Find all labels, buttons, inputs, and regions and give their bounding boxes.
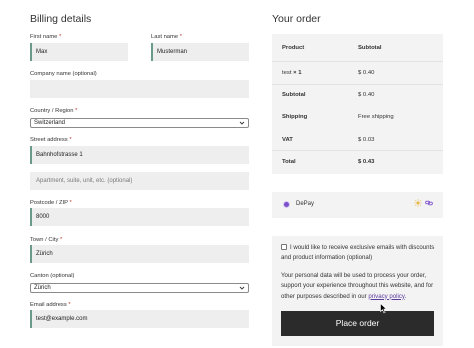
last-name-field[interactable]: Musterman (151, 43, 249, 61)
divider (272, 61, 443, 62)
street-label: Street address * (30, 137, 72, 143)
first-name-field[interactable]: Max (30, 43, 128, 61)
total-value: $ 0.43 (358, 159, 375, 165)
product-header: Product (282, 45, 305, 51)
postcode-label: Postcode / ZIP * (30, 200, 72, 206)
canton-value: Zürich (34, 285, 51, 291)
privacy-policy-link[interactable]: privacy policy (368, 293, 404, 300)
country-value: Switzerland (34, 120, 66, 126)
order-table: Product Subtotal test × 1 $ 0.40 Subtota… (272, 34, 443, 174)
vat-label: VAT (282, 137, 293, 143)
mouse-cursor-icon (380, 303, 387, 314)
place-order-button[interactable]: Place order (281, 311, 434, 336)
street-line2-field[interactable]: Apartment, suite, unit, etc. (optional) (30, 172, 249, 190)
canton-label: Canton (optional) (30, 273, 75, 279)
subtotal-label: Subtotal (282, 92, 306, 98)
terms-section: I would like to receive exclusive emails… (272, 236, 443, 346)
billing-title: Billing details (30, 13, 92, 25)
city-field[interactable]: Zürich (30, 245, 249, 263)
last-name-label: Last name * (151, 34, 182, 40)
total-label: Total (282, 159, 296, 165)
postcode-field[interactable]: 8000 (30, 208, 249, 226)
divider (272, 84, 443, 85)
street-field[interactable]: Bahnhofstrasse 1 (30, 146, 249, 164)
sun-icon (414, 199, 422, 207)
privacy-notice: Your personal data will be used to proce… (281, 272, 434, 300)
chevron-down-icon (239, 286, 245, 290)
email-field[interactable]: test@example.com (30, 310, 249, 328)
order-title: Your order (272, 13, 321, 25)
email-label: Email address * (30, 302, 71, 308)
link-icon (425, 200, 433, 206)
item-name: test × 1 (282, 70, 302, 76)
company-label: Company name (optional) (30, 71, 97, 77)
item-price: $ 0.40 (358, 70, 375, 76)
canton-select[interactable]: Zürich (30, 283, 249, 293)
shipping-value: Free shipping (358, 114, 394, 120)
country-select[interactable]: Switzerland (30, 118, 249, 128)
payment-methods: DePay (272, 192, 443, 218)
first-name-label: First name * (30, 34, 62, 40)
chevron-down-icon (239, 121, 245, 125)
subtotal-header: Subtotal (358, 45, 382, 51)
city-label: Town / City * (30, 237, 63, 243)
divider (272, 150, 443, 151)
country-label: Country / Region * (30, 108, 78, 114)
vat-value: $ 0.03 (358, 137, 375, 143)
subtotal-value: $ 0.40 (358, 92, 375, 98)
payment-radio[interactable] (283, 201, 290, 208)
street-line2-placeholder: Apartment, suite, unit, etc. (optional) (36, 178, 133, 184)
newsletter-text: I would like to receive exclusive emails… (281, 244, 435, 262)
payment-method-label[interactable]: DePay (296, 201, 314, 207)
company-field[interactable] (30, 80, 249, 98)
shipping-label: Shipping (282, 114, 308, 120)
